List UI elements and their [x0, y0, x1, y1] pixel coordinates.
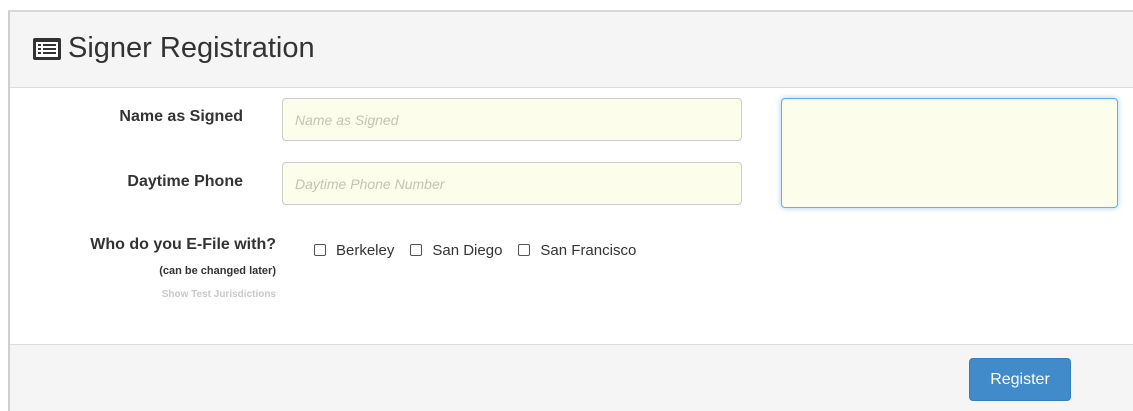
san-diego-label: San Diego [432, 241, 503, 259]
jurisdiction-san-diego[interactable]: San Diego [410, 242, 502, 259]
efile-label: Who do you E-File with? [90, 236, 276, 253]
name-as-signed-input[interactable] [282, 98, 742, 141]
san-diego-checkbox[interactable] [410, 244, 423, 256]
jurisdiction-checkboxes: Berkeley San Diego San Francisco [314, 241, 652, 259]
registration-panel: Signer Registration Name as Signed Dayti… [8, 10, 1133, 411]
efile-note: (can be changed later) [159, 265, 276, 277]
signature-pad[interactable] [781, 98, 1118, 208]
page-title: Signer Registration [68, 32, 315, 64]
panel-footer [10, 344, 1133, 411]
san-francisco-checkbox[interactable] [518, 244, 531, 256]
phone-label: Daytime Phone [127, 173, 243, 190]
name-label: Name as Signed [119, 108, 243, 125]
list-alt-icon [33, 38, 61, 60]
san-francisco-label: San Francisco [540, 241, 637, 259]
panel-heading: Signer Registration [10, 12, 1133, 88]
jurisdiction-berkeley[interactable]: Berkeley [314, 242, 394, 259]
register-button[interactable]: Register [969, 358, 1071, 401]
berkeley-label: Berkeley [336, 241, 395, 259]
jurisdiction-san-francisco[interactable]: San Francisco [518, 242, 636, 259]
berkeley-checkbox[interactable] [314, 244, 326, 256]
daytime-phone-input[interactable] [282, 162, 742, 205]
show-test-jurisdictions-link[interactable]: Show Test Jurisdictions [162, 289, 276, 300]
